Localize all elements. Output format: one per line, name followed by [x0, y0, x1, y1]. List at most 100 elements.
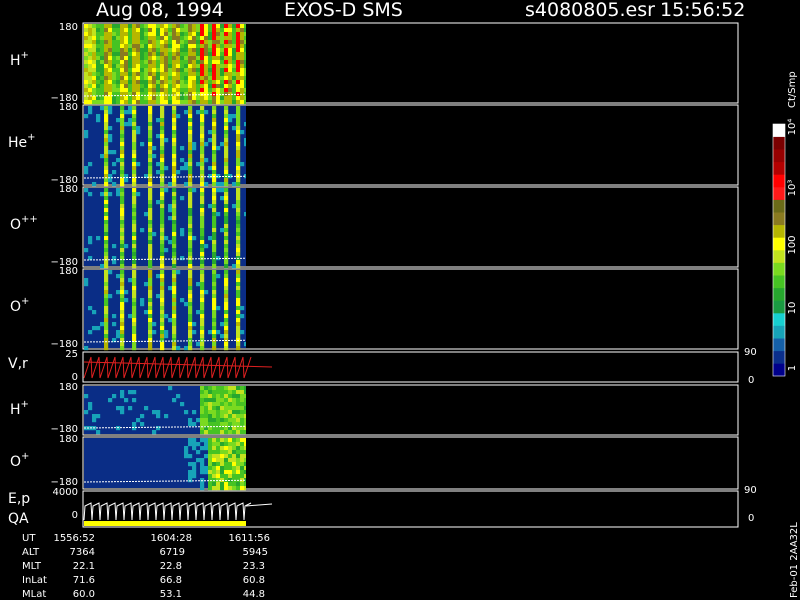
spectro-cell	[120, 334, 125, 339]
spectro-cell	[240, 430, 245, 435]
spectro-cell	[188, 130, 193, 135]
spectro-cell	[220, 188, 225, 193]
spectro-cell	[208, 386, 213, 391]
spectro-cell	[96, 68, 101, 73]
colorbar-segment	[773, 300, 785, 314]
spectro-cell	[180, 32, 185, 37]
spectro-cell	[88, 24, 93, 29]
spectro-cell	[156, 44, 161, 49]
spectro-cell	[232, 60, 237, 65]
spectro-cell	[104, 274, 109, 279]
spectro-cell	[204, 438, 209, 443]
spectro-cell	[116, 44, 121, 49]
spectro-cell	[168, 84, 173, 89]
spectro-cell	[112, 182, 117, 187]
spectro-cell	[92, 32, 97, 37]
spectro-cell	[156, 36, 161, 41]
spectro-cell	[212, 76, 217, 81]
spectro-cell	[112, 88, 117, 93]
spectro-cell	[224, 482, 229, 487]
spectro-cell	[136, 44, 141, 49]
spectro-cell	[220, 474, 225, 479]
spectro-cell	[208, 486, 213, 491]
spectro-cell	[220, 36, 225, 41]
spectro-cell	[132, 28, 137, 33]
spectro-cell	[124, 68, 129, 73]
spectro-cell	[104, 130, 109, 135]
spectro-cell	[172, 264, 177, 269]
spectro-cell	[224, 282, 229, 287]
spectro-cell	[84, 84, 89, 89]
colorbar	[773, 124, 785, 377]
spectro-cell	[120, 286, 125, 291]
spectro-cell	[244, 402, 246, 407]
spectro-cell	[140, 84, 145, 89]
spectro-cell	[236, 100, 241, 105]
spectro-cell	[124, 32, 129, 37]
spectro-cell	[96, 56, 101, 61]
spectro-cell	[156, 68, 161, 73]
spectro-cell	[152, 430, 157, 435]
spectro-cell	[132, 314, 137, 319]
spectro-cell	[244, 68, 246, 73]
spectro-cell	[204, 44, 209, 49]
spectro-cell	[132, 44, 137, 49]
footer-cell: 7364	[70, 547, 95, 558]
spectro-cell	[160, 36, 165, 41]
spectro-cell	[172, 192, 177, 197]
spectro-cell	[88, 60, 93, 65]
spectro-cell	[228, 68, 233, 73]
colorbar-segment	[773, 187, 785, 200]
spectro-cell	[224, 196, 229, 201]
spectro-cell	[188, 454, 193, 459]
spectro-cell	[212, 52, 217, 57]
spectro-cell	[216, 462, 221, 467]
spectro-cell	[236, 318, 241, 323]
spectro-cell	[84, 32, 89, 37]
spectro-cell	[92, 414, 97, 419]
spectro-cell	[148, 294, 153, 299]
spectro-cell	[212, 146, 217, 151]
spectro-cell	[216, 56, 221, 61]
spectro-cell	[160, 130, 165, 135]
spectro-cell	[196, 76, 201, 81]
spectro-cell	[192, 442, 197, 447]
spectro-cell	[148, 114, 153, 119]
spectro-cell	[120, 224, 125, 229]
spectro-cell	[160, 32, 165, 37]
spectro-cell	[200, 92, 205, 97]
spectro-cell	[212, 302, 217, 307]
spectro-cell	[224, 36, 229, 41]
spectro-cell	[244, 438, 246, 443]
spectro-cell	[92, 84, 97, 89]
sms-plot-page: Aug 08, 1994 EXOS-D SMS s4080805.esr 15:…	[0, 0, 800, 600]
spectro-cell	[120, 138, 125, 143]
spectro-cell	[232, 88, 237, 93]
spectro-cell	[172, 174, 177, 179]
spectro-cell	[184, 88, 189, 93]
spectro-cell	[236, 402, 241, 407]
spectro-cell	[224, 466, 229, 471]
spectro-cell	[200, 278, 205, 283]
spectro-cell	[104, 150, 109, 155]
spectro-cell	[108, 270, 113, 275]
colorbar-segment	[773, 161, 785, 175]
spectro-cell	[172, 88, 177, 93]
spectro-cell	[100, 154, 105, 159]
spectro-cell	[168, 182, 173, 187]
spectro-cell	[152, 330, 157, 335]
spectro-cell	[132, 302, 137, 307]
spectro-cell	[200, 414, 205, 419]
spectro-cell	[92, 68, 97, 73]
spectro-cell	[120, 208, 125, 213]
spectro-cell	[224, 462, 229, 467]
spectro-cell	[244, 36, 246, 41]
spectro-cell	[144, 48, 149, 53]
spectro-cell	[240, 394, 245, 399]
spectro-cell	[172, 126, 177, 131]
spectro-cell	[172, 162, 177, 167]
spectro-cell	[228, 438, 233, 443]
spectro-cell	[224, 28, 229, 33]
spectro-cell	[232, 36, 237, 41]
spectro-cell	[84, 346, 89, 351]
